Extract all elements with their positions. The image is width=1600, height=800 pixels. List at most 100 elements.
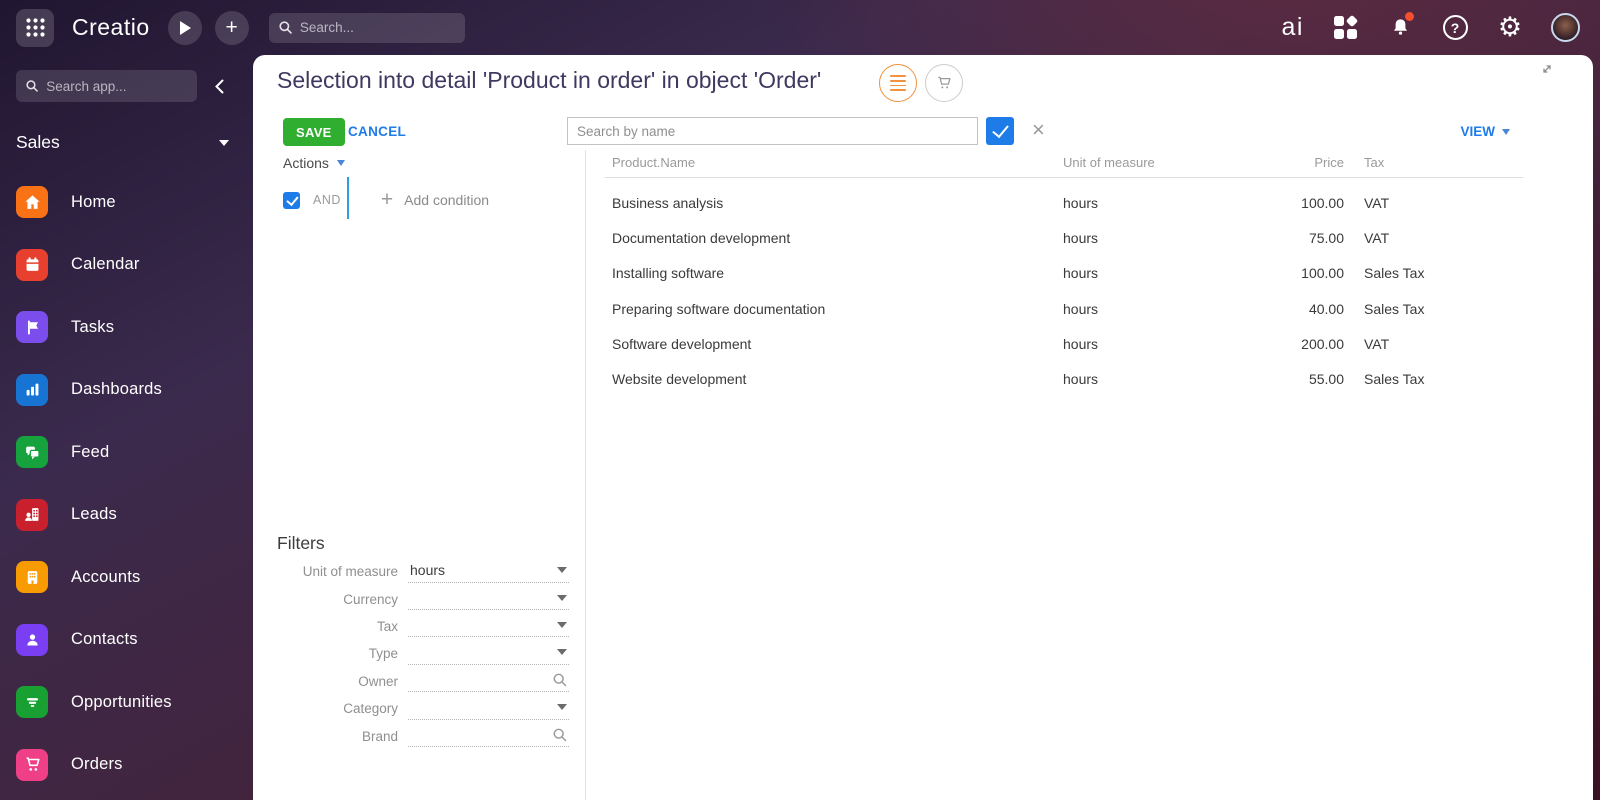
gear-icon: ⚙ xyxy=(1497,12,1523,43)
chevron-down-icon xyxy=(557,594,567,601)
column-header-tax[interactable]: Tax xyxy=(1344,155,1523,177)
table-row[interactable]: Business analysis hours 100.00 VAT xyxy=(605,185,1523,220)
products-table: Product.Name Unit of measure Price Tax B… xyxy=(605,155,1523,397)
sidebar-item-home[interactable]: Home xyxy=(16,186,237,218)
expand-icon[interactable] xyxy=(1541,62,1553,80)
table-row[interactable]: Website development hours 55.00 Sales Ta… xyxy=(605,361,1523,396)
chevron-left-icon xyxy=(215,79,224,93)
help-button[interactable]: ? xyxy=(1441,14,1469,42)
app-search[interactable] xyxy=(16,70,197,102)
creatio-ai-button[interactable]: ai xyxy=(1282,13,1304,42)
top-bar: Creatio + ai ? ⚙ xyxy=(0,0,1600,55)
column-header-price[interactable]: Price xyxy=(1285,155,1344,177)
tax-dropdown[interactable] xyxy=(408,615,569,638)
hamburger-icon xyxy=(890,74,906,92)
user-avatar[interactable] xyxy=(1551,13,1580,42)
panel-divider xyxy=(585,150,586,800)
unit-of-measure-dropdown[interactable]: hours xyxy=(408,561,569,583)
column-header-product-name[interactable]: Product.Name xyxy=(605,155,1063,177)
sidebar-item-tasks[interactable]: Tasks xyxy=(16,311,237,343)
sidebar-item-feed[interactable]: Feed xyxy=(16,436,237,468)
home-icon xyxy=(16,186,48,218)
app-launcher-button[interactable] xyxy=(16,8,54,47)
sidebar-item-orders[interactable]: Orders xyxy=(16,748,237,781)
page-title: Selection into detail 'Product in order'… xyxy=(277,67,822,93)
and-operator-label: AND xyxy=(313,193,341,207)
sidebar-collapse-button[interactable] xyxy=(215,79,224,94)
calendar-icon xyxy=(16,248,48,281)
global-search[interactable] xyxy=(268,12,465,43)
close-icon[interactable]: × xyxy=(1032,117,1045,143)
chat-bubbles-icon xyxy=(16,436,48,468)
bar-chart-icon xyxy=(16,373,48,406)
table-row[interactable]: Installing software hours 100.00 Sales T… xyxy=(605,256,1523,291)
filter-row-currency: Currency xyxy=(277,585,569,612)
chevron-down-icon xyxy=(557,621,567,628)
workspace-selector[interactable]: Sales xyxy=(16,132,237,153)
owner-lookup[interactable] xyxy=(408,670,569,693)
sidebar-item-calendar[interactable]: Calendar xyxy=(16,248,237,281)
chevron-down-icon xyxy=(557,567,567,574)
add-condition-button[interactable]: + Add condition xyxy=(381,188,489,212)
filter-row-brand: Brand xyxy=(277,722,569,749)
currency-dropdown[interactable] xyxy=(408,588,569,611)
column-header-unit[interactable]: Unit of measure xyxy=(1063,155,1285,177)
table-row[interactable]: Software development hours 200.00 VAT xyxy=(605,326,1523,361)
topbar-actions: ai ? ⚙ xyxy=(1282,11,1580,42)
filters-form: Unit of measure hours Currency Tax Type xyxy=(277,558,569,750)
filters-heading: Filters xyxy=(277,533,325,553)
funnel-icon xyxy=(16,686,48,718)
lead-building-icon xyxy=(16,498,48,531)
search-by-name-input[interactable] xyxy=(567,117,978,145)
notifications-button[interactable] xyxy=(1386,11,1414,42)
chevron-down-icon xyxy=(557,649,567,656)
global-search-input[interactable] xyxy=(299,20,455,35)
settings-button[interactable]: ⚙ xyxy=(1496,14,1524,42)
cart-icon xyxy=(938,76,951,89)
flag-icon xyxy=(16,311,48,343)
search-icon xyxy=(553,728,567,741)
person-icon xyxy=(16,623,48,656)
main-panel: Selection into detail 'Product in order'… xyxy=(253,55,1593,800)
chevron-down-icon xyxy=(336,160,345,166)
list-view-button[interactable] xyxy=(879,64,917,102)
search-icon xyxy=(553,673,567,687)
sidebar-item-accounts[interactable]: Accounts xyxy=(16,561,237,593)
cancel-button[interactable]: CANCEL xyxy=(348,118,406,146)
actions-menu-button[interactable]: Actions xyxy=(283,155,345,171)
sidebar-item-leads[interactable]: Leads xyxy=(16,498,237,531)
table-row[interactable]: Preparing software documentation hours 4… xyxy=(605,291,1523,326)
category-dropdown[interactable] xyxy=(408,698,569,720)
plus-icon: + xyxy=(380,188,394,211)
four-squares-icon xyxy=(1333,14,1358,39)
filter-condition-row: AND + Add condition xyxy=(283,177,489,219)
view-menu-button[interactable]: VIEW xyxy=(1460,118,1510,146)
add-new-button[interactable]: + xyxy=(214,10,249,45)
filter-row-tax: Tax xyxy=(277,613,569,640)
table-row[interactable]: Documentation development hours 75.00 VA… xyxy=(605,220,1523,255)
chevron-down-icon xyxy=(219,139,229,146)
question-mark-icon: ? xyxy=(1442,15,1468,40)
process-run-button[interactable] xyxy=(167,10,202,45)
cart-view-button[interactable] xyxy=(925,64,963,102)
sidebar: Sales Home Calendar Tasks Dash xyxy=(0,55,253,800)
brand-lookup[interactable] xyxy=(408,725,569,748)
sidebar-nav: Home Calendar Tasks Dashboards Feed Lead… xyxy=(16,186,237,781)
marketplace-button[interactable] xyxy=(1331,14,1359,42)
search-icon xyxy=(26,80,38,92)
apply-search-button[interactable] xyxy=(986,117,1014,145)
type-dropdown[interactable] xyxy=(408,643,569,665)
sidebar-item-contacts[interactable]: Contacts xyxy=(16,623,237,656)
creatio-logo: Creatio xyxy=(72,14,150,40)
play-icon xyxy=(179,20,191,35)
and-checkbox[interactable] xyxy=(283,191,300,209)
table-header: Product.Name Unit of measure Price Tax xyxy=(605,155,1523,178)
notification-badge xyxy=(1405,11,1414,21)
sidebar-item-opportunities[interactable]: Opportunities xyxy=(16,686,237,718)
filter-row-owner: Owner xyxy=(277,668,569,695)
save-button[interactable]: SAVE xyxy=(283,118,345,146)
app-search-input[interactable] xyxy=(46,78,187,94)
sidebar-item-dashboards[interactable]: Dashboards xyxy=(16,373,237,406)
chevron-down-icon xyxy=(1502,129,1510,135)
condition-branch-line xyxy=(347,177,349,219)
